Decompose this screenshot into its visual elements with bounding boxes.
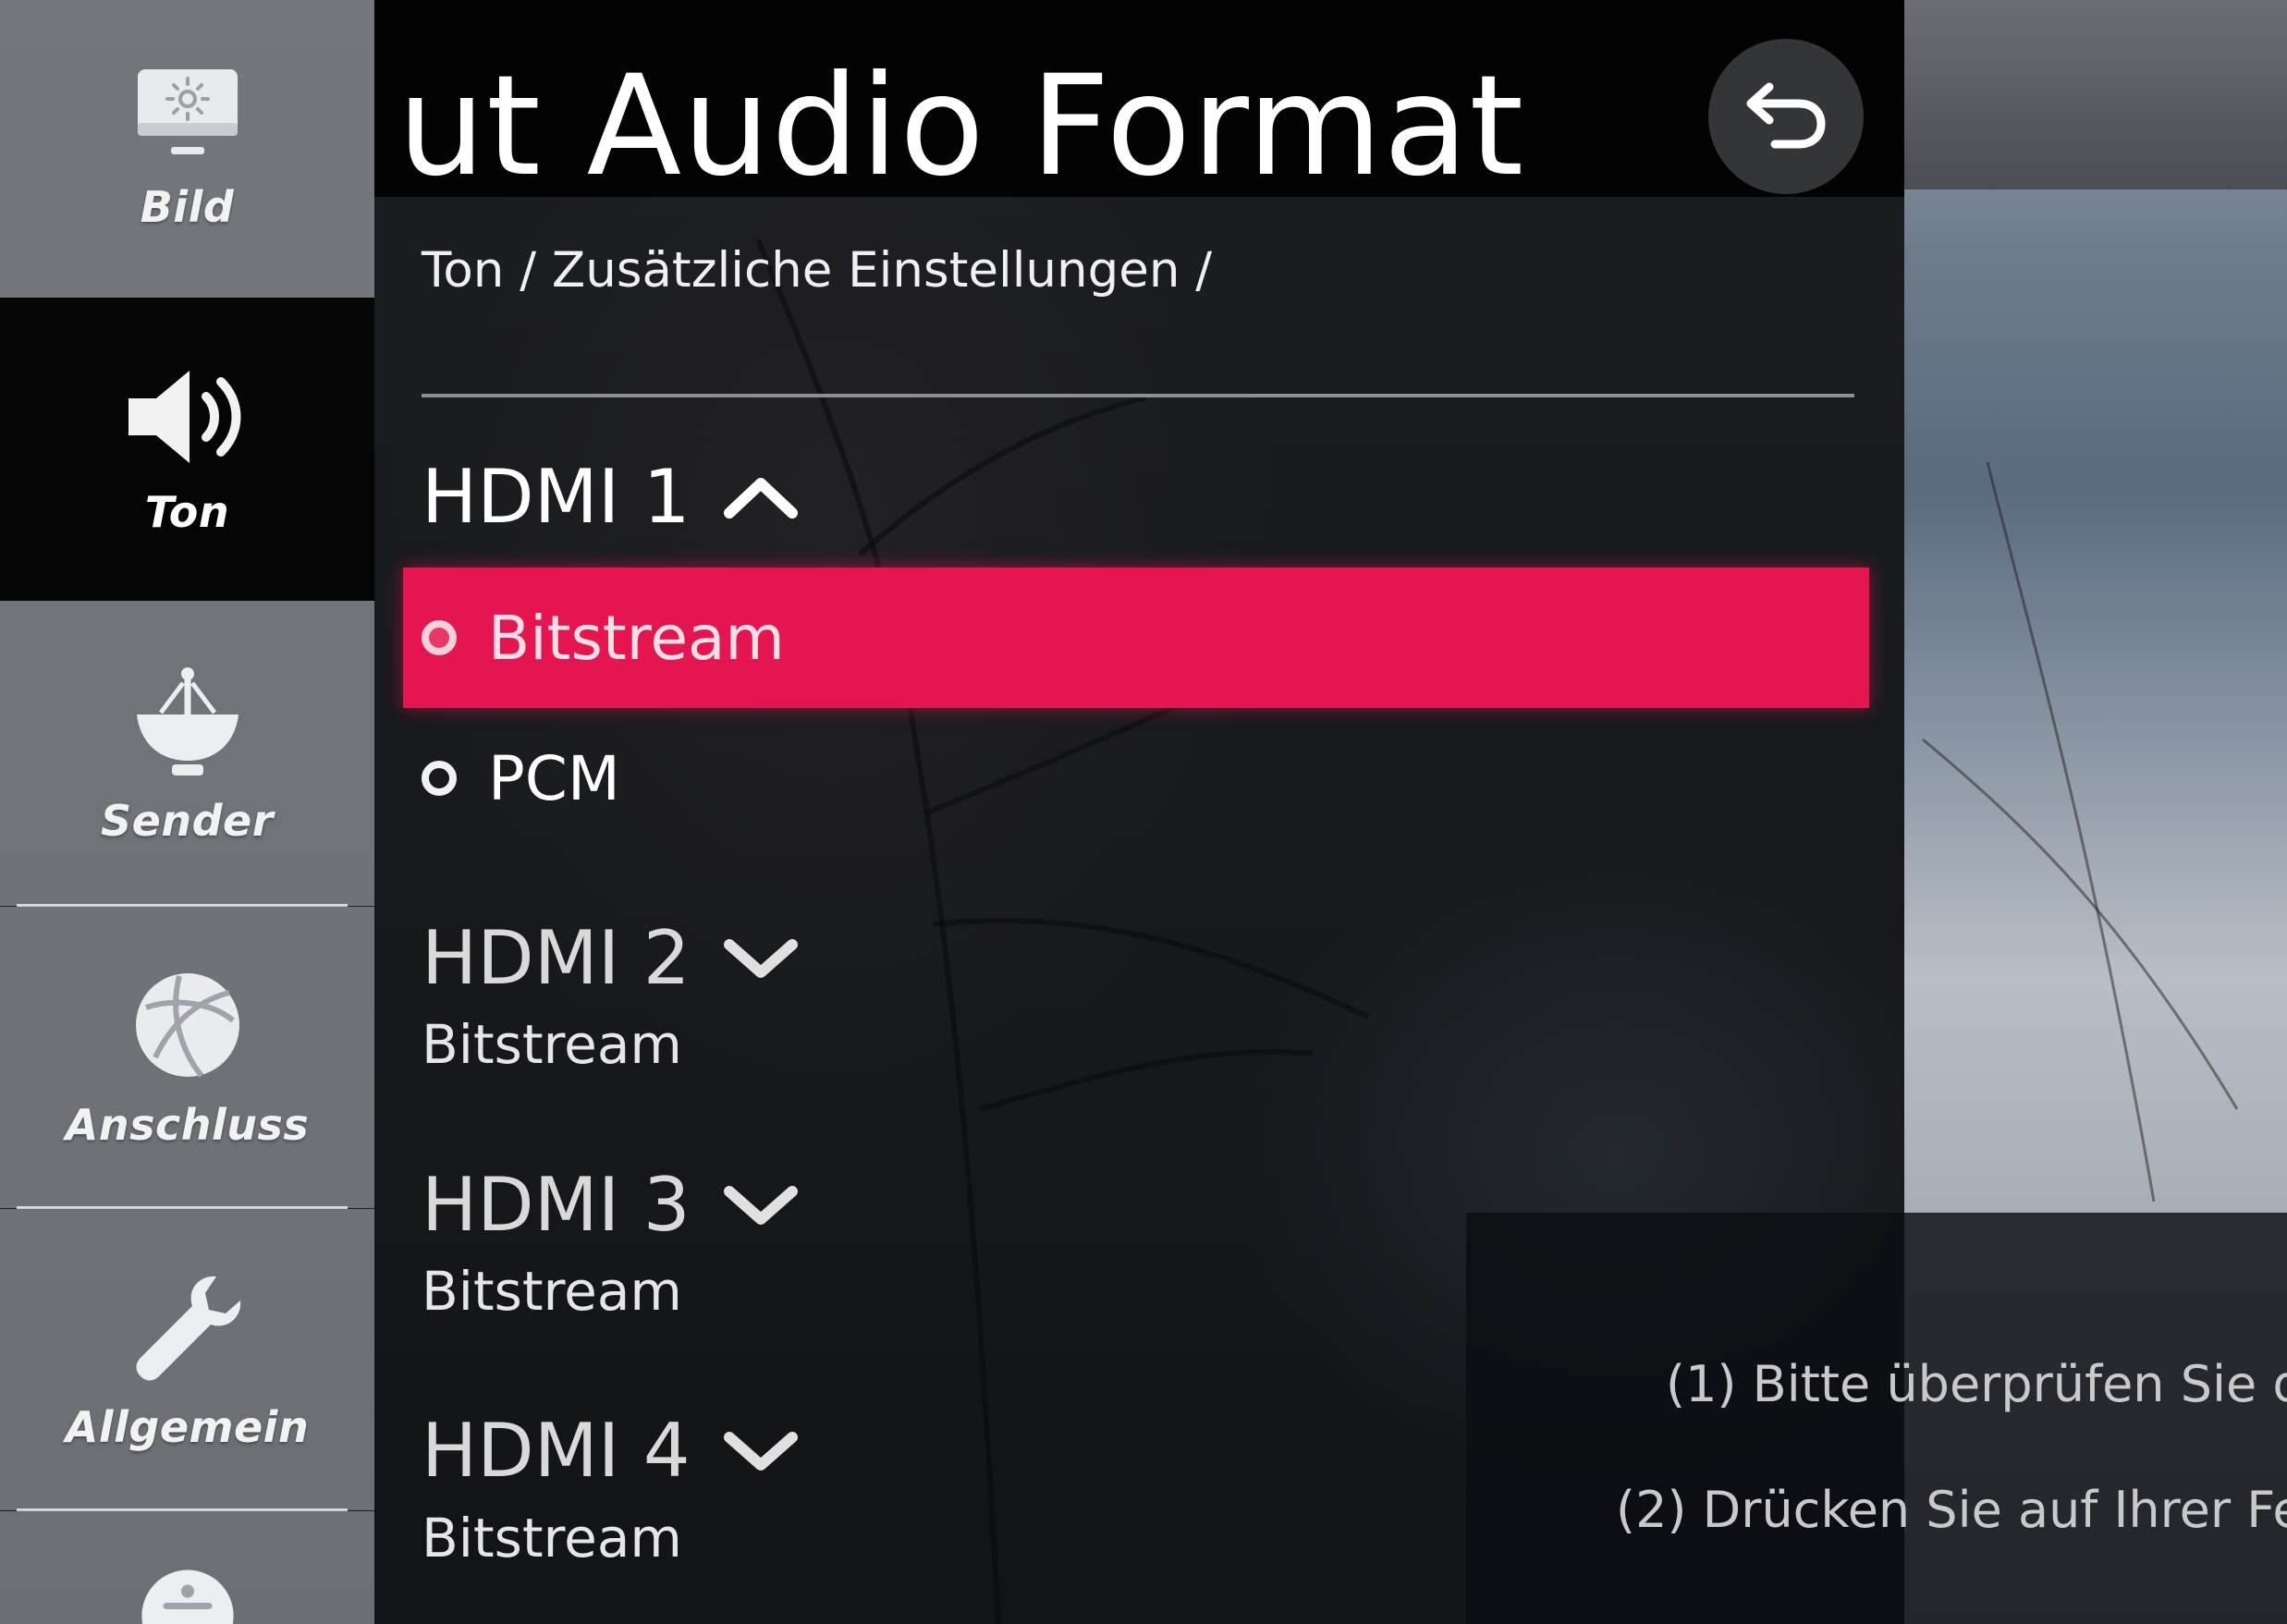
sidebar-item-allgemein[interactable]: Allgemein bbox=[0, 1209, 374, 1510]
back-arrow-icon bbox=[1746, 82, 1826, 149]
sidebar-item-anschluss-label: Anschluss bbox=[65, 1100, 310, 1150]
group-hdmi-4-title: HDMI 4 bbox=[422, 1408, 691, 1494]
accessibility-icon bbox=[141, 1569, 234, 1624]
group-hdmi-2-title: HDMI 2 bbox=[422, 915, 691, 1001]
option-bitstream[interactable]: Bitstream bbox=[403, 568, 1869, 708]
sidebar-item-bild[interactable]: Bild bbox=[0, 0, 374, 298]
hint-line-2: (2) Drücken Sie auf Ihrer Fer bbox=[1616, 1481, 2287, 1539]
group-hdmi-2-value: Bitstream bbox=[422, 1013, 682, 1076]
sidebar-item-anschluss[interactable]: Anschluss bbox=[0, 907, 374, 1208]
chevron-down-icon bbox=[723, 1432, 798, 1471]
sidebar: Bild Ton Sender Anschluss Allgemein bbox=[0, 0, 374, 1624]
sidebar-item-allgemein-label: Allgemein bbox=[65, 1402, 310, 1452]
hint-line-1: (1) Bitte überprüfen Sie die bbox=[1666, 1355, 2287, 1413]
sidebar-item-ton[interactable]: Ton bbox=[0, 298, 374, 601]
page-title: ut Audio Format bbox=[397, 46, 1525, 207]
option-bitstream-label: Bitstream bbox=[488, 602, 785, 674]
radio-unselected-icon bbox=[422, 761, 457, 796]
group-hdmi-1[interactable]: HDMI 1 bbox=[422, 460, 800, 534]
breadcrumb: Ton / Zusätzliche Einstellungen / bbox=[422, 242, 1213, 299]
header-divider bbox=[422, 394, 1854, 397]
radio-selected-icon bbox=[422, 620, 457, 655]
group-hdmi-1-title: HDMI 1 bbox=[422, 454, 691, 540]
group-hdmi-3-title: HDMI 3 bbox=[422, 1162, 691, 1248]
globe-icon bbox=[135, 973, 239, 1078]
option-pcm[interactable]: PCM bbox=[403, 708, 1869, 849]
sidebar-item-accessibility[interactable] bbox=[0, 1511, 374, 1624]
chevron-down-icon bbox=[723, 939, 798, 978]
speaker-icon bbox=[128, 371, 240, 463]
wrench-icon bbox=[136, 1276, 240, 1381]
chevron-down-icon bbox=[723, 1186, 798, 1225]
group-hdmi-4[interactable]: HDMI 4 bbox=[422, 1414, 800, 1488]
chevron-up-icon bbox=[723, 478, 798, 519]
sidebar-item-sender[interactable]: Sender bbox=[0, 601, 374, 906]
group-hdmi-3-value: Bitstream bbox=[422, 1260, 682, 1323]
option-pcm-label: PCM bbox=[488, 742, 620, 814]
picture-settings-icon bbox=[137, 69, 238, 154]
sidebar-item-ton-label: Ton bbox=[144, 487, 230, 537]
hint-panel bbox=[1466, 1213, 2287, 1624]
sidebar-item-bild-label: Bild bbox=[140, 182, 235, 232]
group-hdmi-3[interactable]: HDMI 3 bbox=[422, 1168, 800, 1242]
back-button[interactable] bbox=[1708, 39, 1864, 194]
satellite-dish-icon bbox=[136, 667, 238, 775]
group-hdmi-2[interactable]: HDMI 2 bbox=[422, 922, 800, 995]
group-hdmi-4-value: Bitstream bbox=[422, 1507, 682, 1569]
sidebar-item-sender-label: Sender bbox=[101, 796, 274, 846]
